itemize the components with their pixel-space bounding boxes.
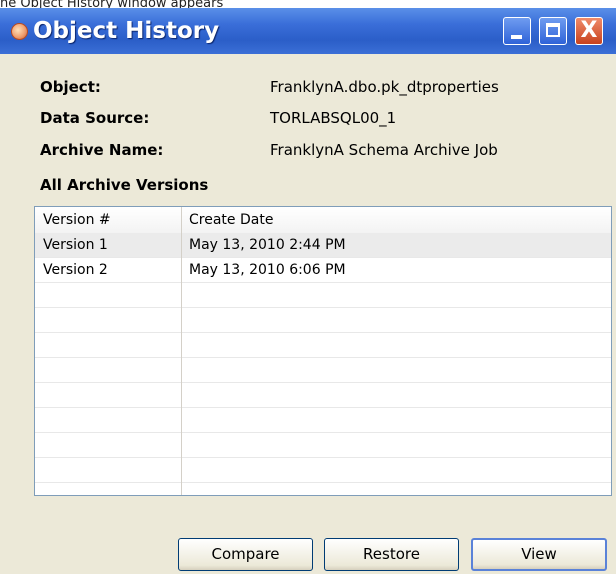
column-divider[interactable]	[181, 207, 182, 495]
view-button[interactable]: View	[471, 538, 607, 571]
cell-version: Version 2	[43, 262, 108, 278]
title-bar[interactable]: Object History X	[0, 8, 616, 54]
empty-table-row	[35, 308, 611, 333]
empty-table-row	[35, 333, 611, 358]
dialog-content: Object: FranklynA.dbo.pk_dtproperties Da…	[0, 54, 616, 574]
empty-table-row	[35, 483, 611, 495]
empty-table-row	[35, 358, 611, 383]
versions-table[interactable]: Version # Create Date Version 1 May 13, 2…	[34, 206, 612, 496]
cell-create-date: May 13, 2010 2:44 PM	[189, 237, 346, 253]
object-value: FranklynA.dbo.pk_dtproperties	[270, 78, 499, 96]
maximize-icon	[546, 23, 560, 37]
maximize-button[interactable]	[539, 17, 567, 45]
empty-table-row	[35, 408, 611, 433]
archive-name-value: FranklynA Schema Archive Job	[270, 141, 498, 159]
table-row[interactable]: Version 2 May 13, 2010 6:06 PM	[35, 258, 611, 283]
archive-name-label: Archive Name:	[40, 141, 164, 159]
table-header: Version # Create Date	[35, 207, 611, 234]
column-header-version[interactable]: Version #	[43, 207, 111, 233]
data-source-value: TORLABSQL00_1	[270, 109, 397, 127]
restore-button[interactable]: Restore	[324, 538, 459, 571]
cell-version: Version 1	[43, 237, 108, 253]
object-history-window: Object History X Object: FranklynA.dbo.p…	[0, 8, 616, 574]
caption-text: he Object History window appears	[0, 0, 224, 8]
window-title: Object History	[33, 18, 220, 44]
empty-table-row	[35, 458, 611, 483]
compare-button[interactable]: Compare	[178, 538, 313, 571]
minimize-button[interactable]	[503, 17, 531, 45]
empty-table-row	[35, 433, 611, 458]
section-title: All Archive Versions	[40, 176, 209, 194]
close-icon: X	[580, 18, 598, 43]
data-source-label: Data Source:	[40, 109, 150, 127]
cell-create-date: May 13, 2010 6:06 PM	[189, 262, 346, 278]
table-row[interactable]: Version 1 May 13, 2010 2:44 PM	[35, 233, 611, 258]
object-label: Object:	[40, 78, 101, 96]
close-button[interactable]: X	[575, 17, 603, 45]
empty-table-row	[35, 383, 611, 408]
app-icon	[11, 23, 28, 40]
minimize-icon	[511, 35, 522, 39]
empty-table-row	[35, 283, 611, 308]
column-header-create-date[interactable]: Create Date	[189, 207, 273, 233]
